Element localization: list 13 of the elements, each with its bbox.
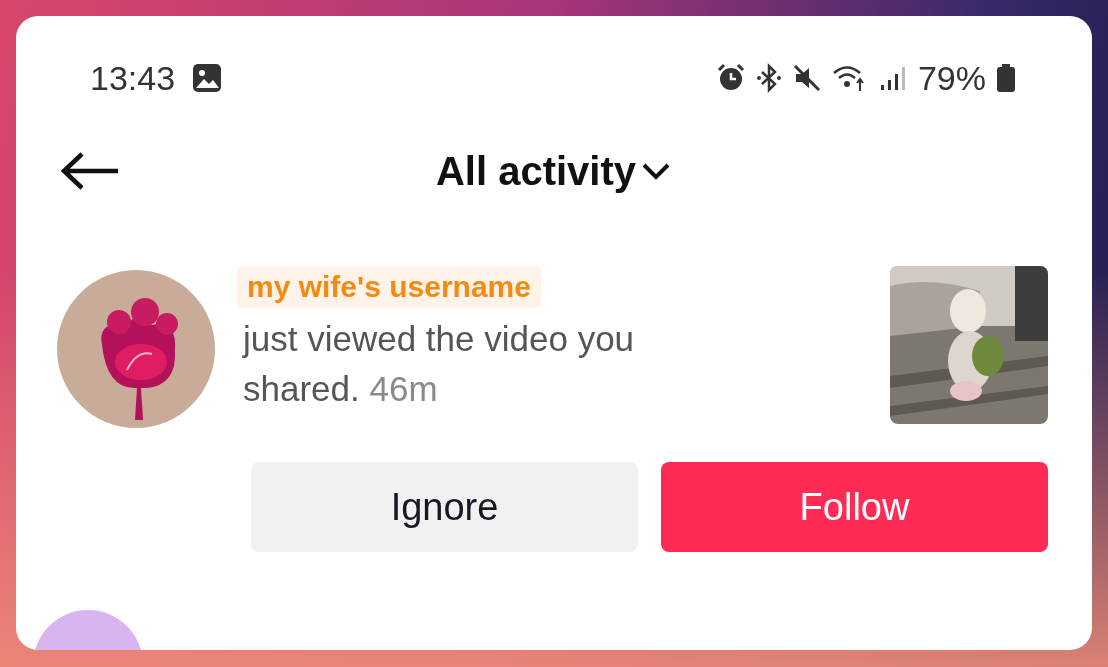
avatar[interactable] xyxy=(57,270,215,428)
follow-button[interactable]: Follow xyxy=(661,462,1048,552)
battery-percent: 79% xyxy=(917,58,986,98)
activity-message: just viewed the video you shared. 46m xyxy=(243,318,636,410)
bluetooth-icon xyxy=(755,63,782,93)
back-arrow-icon[interactable] xyxy=(60,151,120,191)
page-title[interactable]: All activity xyxy=(435,148,637,194)
ignore-button[interactable]: Ignore xyxy=(251,462,638,552)
mute-icon xyxy=(791,63,822,93)
alarm-icon xyxy=(715,63,746,93)
battery-icon xyxy=(996,63,1016,93)
status-time: 13:43 xyxy=(90,58,176,98)
image-icon xyxy=(191,62,224,94)
